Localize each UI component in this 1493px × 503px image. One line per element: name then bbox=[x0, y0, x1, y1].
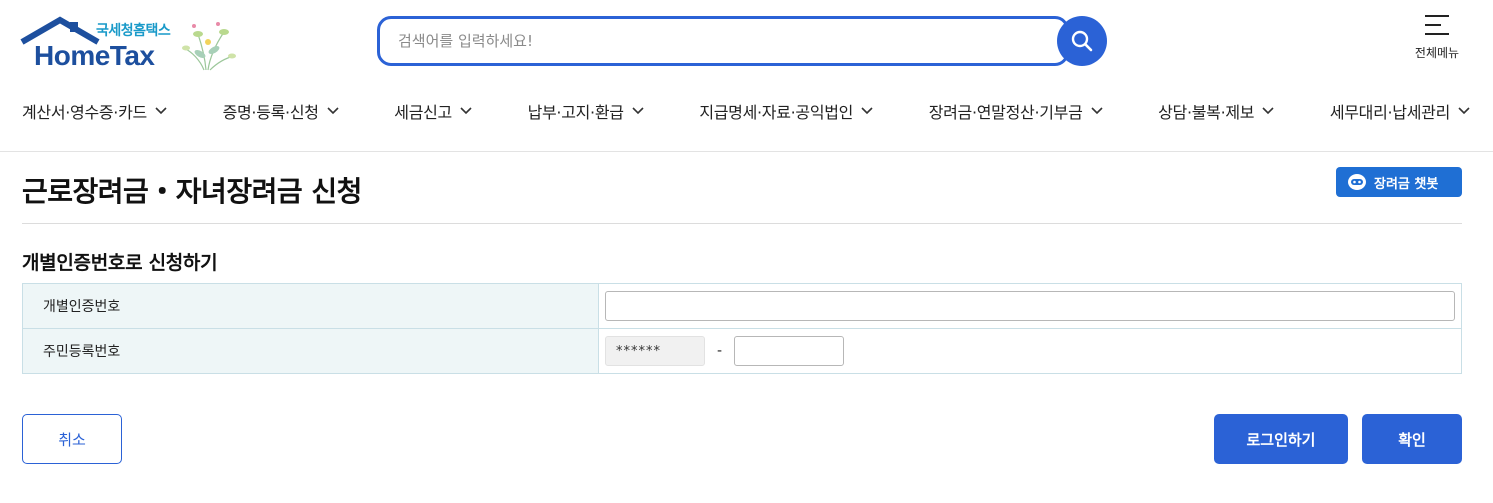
nav-item-payment-refund[interactable]: 납부·고지·환급 bbox=[528, 99, 644, 123]
chevron-down-icon bbox=[861, 107, 873, 115]
nav-item-label: 장려금·연말정산·기부금 bbox=[928, 103, 1083, 122]
logo-subtitle: 국세청홈택스 bbox=[96, 23, 171, 39]
title-divider bbox=[22, 223, 1462, 224]
chevron-down-icon bbox=[1090, 107, 1103, 115]
resident-number-row: 주민등록번호 ****** - bbox=[22, 328, 1462, 374]
search-input[interactable] bbox=[398, 19, 1038, 63]
nav-item-certificate-registration[interactable]: 증명·등록·신청 bbox=[223, 99, 339, 123]
auth-number-row: 개별인증번호 bbox=[22, 283, 1462, 329]
login-button[interactable]: 로그인하기 bbox=[1214, 414, 1348, 464]
hamburger-icon bbox=[1425, 15, 1449, 35]
nav-item-consultation-appeal[interactable]: 상담·불복·제보 bbox=[1158, 99, 1274, 123]
site-header: 국세청홈택스 HomeTax 검색어를 입력하세요! 전체메뉴 계산서·영수증·… bbox=[0, 0, 1493, 152]
resident-number-label: 주민등록번호 bbox=[22, 328, 599, 374]
chevron-down-icon bbox=[327, 107, 339, 115]
confirm-button[interactable]: 확인 bbox=[1362, 414, 1462, 464]
chatbot-icon bbox=[1348, 174, 1366, 190]
main-navigation: 계산서·영수증·카드 증명·등록·신청 세금신고 납부·고지·환급 지급명세·자… bbox=[22, 96, 1470, 126]
chevron-down-icon bbox=[632, 107, 644, 115]
chevron-down-icon bbox=[460, 107, 472, 115]
auth-number-cell bbox=[598, 283, 1462, 329]
chevron-down-icon bbox=[1458, 107, 1470, 115]
resident-number-back-input[interactable] bbox=[734, 336, 845, 366]
nav-item-incentive-year-end[interactable]: 장려금·연말정산·기부금 bbox=[929, 99, 1103, 123]
nav-item-label: 지급명세·자료·공익법인 bbox=[699, 103, 854, 122]
resident-number-fields: ****** - bbox=[605, 336, 1461, 366]
search-box bbox=[377, 16, 1069, 66]
search-icon bbox=[1071, 30, 1093, 52]
resident-number-cell: ****** - bbox=[598, 328, 1462, 374]
nav-item-label: 계산서·영수증·카드 bbox=[22, 103, 147, 122]
flower-decoration-icon bbox=[182, 22, 236, 71]
chevron-down-icon bbox=[155, 107, 167, 115]
nav-item-tax-agent[interactable]: 세무대리·납세관리 bbox=[1330, 99, 1470, 123]
page-title: 근로장려금・자녀장려금 신청 bbox=[22, 175, 362, 208]
nav-item-payment-statement[interactable]: 지급명세·자료·공익법인 bbox=[699, 99, 873, 123]
resident-number-front-masked: ****** bbox=[605, 336, 705, 366]
nav-item-invoice-receipt-card[interactable]: 계산서·영수증·카드 bbox=[22, 99, 167, 123]
all-menu-button[interactable]: 전체메뉴 bbox=[1404, 14, 1470, 70]
chevron-down-icon bbox=[1262, 107, 1274, 115]
nav-item-label: 증명·등록·신청 bbox=[222, 103, 319, 122]
nav-item-label: 납부·고지·환급 bbox=[527, 103, 624, 122]
search-button[interactable] bbox=[1057, 16, 1107, 66]
incentive-chatbot-button[interactable]: 장려금 챗봇 bbox=[1336, 167, 1462, 197]
logo-wordmark: HomeTax bbox=[34, 40, 155, 71]
nav-item-label: 세무대리·납세관리 bbox=[1329, 103, 1450, 122]
auth-number-input[interactable] bbox=[605, 291, 1455, 321]
resident-number-dash: - bbox=[717, 343, 723, 359]
nav-item-label: 상담·불복·제보 bbox=[1158, 103, 1255, 122]
application-form-table: 개별인증번호 주민등록번호 ****** - bbox=[22, 283, 1462, 374]
chatbot-label: 장려금 챗봇 bbox=[1374, 176, 1439, 192]
hometax-logo[interactable]: 국세청홈택스 HomeTax bbox=[20, 16, 240, 74]
all-menu-label: 전체메뉴 bbox=[1414, 46, 1460, 60]
nav-item-label: 세금신고 bbox=[394, 103, 452, 122]
cancel-button[interactable]: 취소 bbox=[22, 414, 122, 464]
section-title: 개별인증번호로 신청하기 bbox=[22, 252, 218, 274]
auth-number-label: 개별인증번호 bbox=[22, 283, 599, 329]
nav-item-tax-return[interactable]: 세금신고 bbox=[394, 99, 472, 123]
